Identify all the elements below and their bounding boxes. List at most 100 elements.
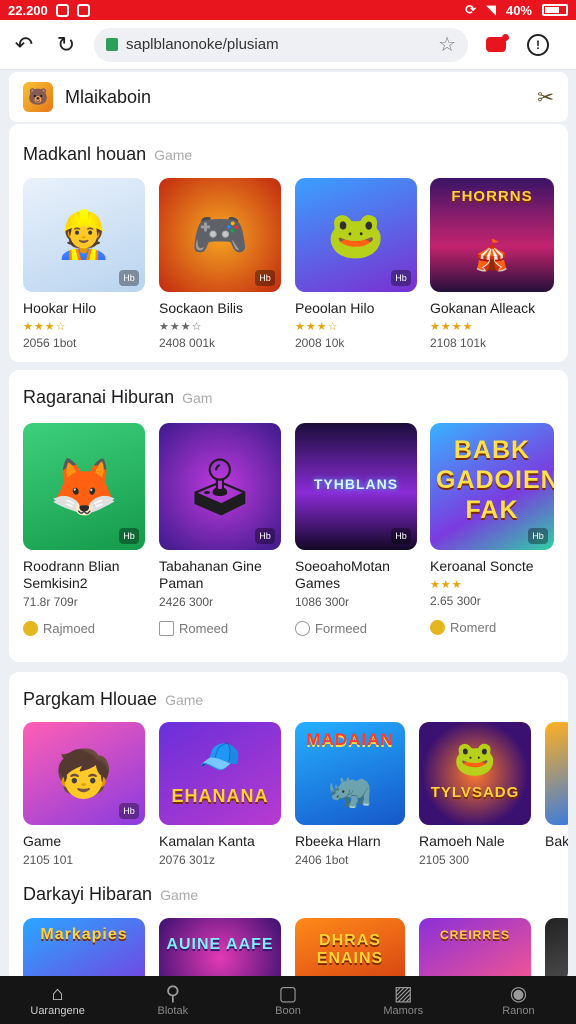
game-card[interactable]: 🧢 EHANANA Kamalan Kanta 2076 301z <box>159 722 281 867</box>
address-bar[interactable]: saplblanonoke/plusiam ☆ <box>94 27 468 62</box>
game-card[interactable]: MADAIAN 🦏 Rbeeka Hlarn 2406 1bot <box>295 722 405 867</box>
game-thumbnail: DHRAS ENAINS <box>295 918 405 982</box>
nav-profile[interactable]: ◉ Ranon <box>461 976 576 1024</box>
game-name: Gokanan Alleack <box>430 300 536 316</box>
menu-icon[interactable]: ! <box>524 31 552 59</box>
game-meta: 2008 10k <box>295 336 345 350</box>
action-link[interactable]: Rajmoed <box>23 621 145 636</box>
app-header: 🐻 Mlaikaboin ✂ <box>9 72 568 122</box>
game-thumbnail: AUINE AAFE <box>159 918 281 982</box>
game-name: Tabahanan Gine Paman <box>159 558 262 591</box>
nav-label: Boon <box>275 1005 301 1017</box>
game-meta: 2076 301z <box>159 853 216 867</box>
game-card[interactable]: 🧒 Hb Game 2105 101 <box>23 722 145 867</box>
game-card[interactable]: 👷 Hb Hookar Hilo ★★★☆ 2056 1bot <box>23 178 145 350</box>
action-link[interactable]: Formeed <box>295 621 417 636</box>
game-meta: 2.65 300r <box>430 594 481 608</box>
game-meta: 2408 001k <box>159 336 216 350</box>
game-card[interactable]: 🦊 Hb Roodrann Blian Semkisin2 71.8r 709r … <box>23 423 145 636</box>
bottom-navigation: ⌂ Uarangene ⚲ Blotak ▢ Boon ▨ Mamors ◉ R… <box>0 976 576 1024</box>
rating-stars: ★★★☆ <box>295 321 339 333</box>
back-icon[interactable]: ↶ <box>10 31 38 59</box>
section-madkanl-houan: Madkanl houan Game 👷 Hb Hookar Hilo ★★★☆ 2… <box>9 124 568 362</box>
nav-label: Ranon <box>502 1005 535 1017</box>
bookmark-star-icon[interactable]: ☆ <box>438 32 456 57</box>
game-card[interactable]: BABK GADOIEN FAK Hb Keroanal Soncte ★★★ 2… <box>430 423 554 635</box>
game-card[interactable]: 🕹 Hb Tabahanan Gine Paman 2426 300r Romee… <box>159 423 281 636</box>
app-logo: 🐻 <box>23 82 53 112</box>
game-name: Kamalan Kanta <box>159 833 255 849</box>
game-card[interactable]: FHORRNS 🎪 Gokanan Alleack ★★★★ 2108 101k <box>430 178 554 350</box>
nav-library[interactable]: ▢ Boon <box>230 976 345 1024</box>
game-card[interactable]: DHRAS ENAINS <box>295 918 405 982</box>
profile-icon: ◉ <box>509 983 528 1005</box>
library-icon: ▢ <box>278 983 298 1005</box>
url-text: saplblanonoke/plusiam <box>126 36 279 53</box>
section-title: Madkanl houan Game <box>23 144 193 164</box>
gift-icon <box>159 621 174 636</box>
nav-label: Blotak <box>157 1005 189 1017</box>
rating-stars: ★★★☆ <box>23 321 67 333</box>
game-thumbnail: 🕹 Hb <box>159 423 281 550</box>
rating-stars: ★★★☆ <box>159 321 203 333</box>
game-thumbnail <box>545 918 568 982</box>
game-thumbnail: CREIRRES <box>419 918 531 982</box>
game-thumbnail <box>545 722 568 825</box>
section-title: Ragaranai Hiburan Gam <box>23 387 213 407</box>
app-title: Mlaikaboin <box>65 86 152 107</box>
coin-icon <box>23 621 38 636</box>
coin-icon <box>430 620 445 635</box>
youtube-icon[interactable] <box>482 31 510 59</box>
game-thumbnail: Markapies <box>23 918 145 982</box>
game-thumbnail: BABK GADOIEN FAK Hb <box>430 423 554 550</box>
notification-icon <box>55 3 69 17</box>
nav-label: Mamors <box>383 1005 424 1017</box>
nav-home[interactable]: ⌂ Uarangene <box>0 976 115 1024</box>
game-card[interactable]: TYHBLANS Hb SoeoahoMotan Games 1086 300r … <box>295 423 417 636</box>
game-card[interactable]: Markapies <box>23 918 145 982</box>
game-card[interactable]: 🎮 Hb Sockaon Bilis ★★★☆ 2408 001k <box>159 178 281 350</box>
rating-stars: ★★★ <box>430 579 463 591</box>
tools-icon[interactable]: ✂ <box>537 85 554 110</box>
game-thumbnail: 🦊 Hb <box>23 423 145 550</box>
action-link[interactable]: Romerd <box>430 620 554 635</box>
section-title: Darkayi Hibaran Game <box>23 884 199 904</box>
game-card[interactable]: AUINE AAFE <box>159 918 281 982</box>
game-name: Bak <box>545 833 568 849</box>
share-icon <box>295 621 310 636</box>
action-link[interactable]: Romeed <box>159 621 281 636</box>
game-thumbnail: MADAIAN 🦏 <box>295 722 405 825</box>
battery-icon <box>542 4 568 16</box>
game-thumbnail: 🧢 EHANANA <box>159 722 281 825</box>
game-name: SoeoahoMotan Games <box>295 558 390 591</box>
browser-toolbar: ↶ ↻ saplblanonoke/plusiam ☆ ! <box>0 20 576 70</box>
game-card[interactable]: 🐸 Hb Peoolan Hilo ★★★☆ 2008 10k <box>295 178 417 350</box>
game-name: Hookar Hilo <box>23 300 97 316</box>
battery-percent: 40% <box>505 2 532 18</box>
game-name: Peoolan Hilo <box>295 300 375 316</box>
nav-search[interactable]: ⚲ Blotak <box>115 976 230 1024</box>
game-thumbnail: 🧒 Hb <box>23 722 145 825</box>
game-thumbnail: 🎮 Hb <box>159 178 281 292</box>
nav-label: Uarangene <box>30 1005 85 1017</box>
game-meta: 1086 300r <box>295 595 350 609</box>
game-thumbnail: TYHBLANS Hb <box>295 423 417 550</box>
reload-icon[interactable]: ↻ <box>52 31 80 59</box>
game-card-partial[interactable]: Bak <box>545 722 568 850</box>
nav-media[interactable]: ▨ Mamors <box>346 976 461 1024</box>
game-card[interactable]: CREIRRES <box>419 918 531 982</box>
game-card-partial[interactable] <box>545 918 568 982</box>
rating-stars: ★★★★ <box>430 321 474 333</box>
game-thumbnail: FHORRNS 🎪 <box>430 178 554 292</box>
game-card[interactable]: 🐸 TYLVSADG Ramoeh Nale 2105 300 <box>419 722 531 867</box>
game-meta: 2056 1bot <box>23 336 77 350</box>
game-name: Sockaon Bilis <box>159 300 244 316</box>
game-name: Roodrann Blian Semkisin2 <box>23 558 120 591</box>
game-thumbnail: 👷 Hb <box>23 178 145 292</box>
vibrate-icon: ⟳ <box>465 2 476 17</box>
game-thumbnail: 🐸 TYLVSADG <box>419 722 531 825</box>
game-name: Game <box>23 833 62 849</box>
game-meta: 2108 101k <box>430 336 487 350</box>
search-icon: ⚲ <box>165 983 181 1005</box>
game-thumbnail: 🐸 Hb <box>295 178 417 292</box>
